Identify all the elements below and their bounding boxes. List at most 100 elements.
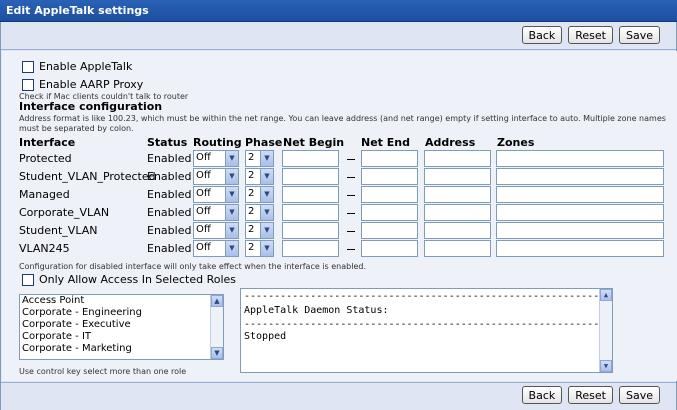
- only-allow-roles-checkbox[interactable]: [22, 274, 34, 286]
- reset-button[interactable]: Reset: [568, 386, 613, 404]
- net-begin-input[interactable]: [282, 204, 339, 221]
- status-separator: ----------------------------------------…: [244, 319, 600, 330]
- phase-select[interactable]: 2 ▼: [245, 222, 274, 239]
- address-input[interactable]: [424, 168, 491, 185]
- chevron-down-icon: ▼: [225, 241, 238, 256]
- range-dash: [347, 177, 355, 178]
- phase-value: 2: [248, 224, 255, 235]
- list-item[interactable]: Corporate - Executive: [20, 319, 223, 331]
- chevron-down-icon: ▼: [260, 151, 273, 166]
- routing-select[interactable]: Off ▼: [193, 150, 239, 167]
- col-address: Address: [425, 136, 476, 149]
- net-end-input[interactable]: [361, 240, 418, 257]
- bottom-separator: [1, 382, 676, 383]
- routing-select[interactable]: Off ▼: [193, 222, 239, 239]
- window-title: Edit AppleTalk settings: [0, 0, 677, 22]
- interface-status: Enabled: [147, 242, 192, 255]
- net-end-input[interactable]: [361, 168, 418, 185]
- net-begin-input[interactable]: [282, 240, 339, 257]
- chevron-down-icon: ▼: [260, 223, 273, 238]
- range-dash: [347, 213, 355, 214]
- only-allow-roles-label: Only Allow Access In Selected Roles: [39, 273, 237, 286]
- net-end-input[interactable]: [361, 186, 418, 203]
- phase-value: 2: [248, 188, 255, 199]
- chevron-down-icon: ▼: [260, 241, 273, 256]
- interface-status: Enabled: [147, 224, 192, 237]
- daemon-status-value: Stopped: [244, 331, 287, 342]
- zones-input[interactable]: [496, 222, 664, 239]
- arrow-down-icon[interactable]: ▼: [211, 347, 223, 359]
- routing-select[interactable]: Off ▼: [193, 168, 239, 185]
- routing-select[interactable]: Off ▼: [193, 204, 239, 221]
- save-button[interactable]: Save: [618, 26, 660, 44]
- zones-input[interactable]: [496, 150, 664, 167]
- roles-listbox[interactable]: Access Point Corporate - Engineering Cor…: [19, 294, 224, 360]
- status-scrollbar[interactable]: ▲ ▼: [599, 289, 612, 372]
- range-dash: [347, 195, 355, 196]
- address-input[interactable]: [424, 150, 491, 167]
- net-begin-input[interactable]: [282, 186, 339, 203]
- address-input[interactable]: [424, 186, 491, 203]
- zones-input[interactable]: [496, 240, 664, 257]
- phase-select[interactable]: 2 ▼: [245, 186, 274, 203]
- interface-name: Student_VLAN: [19, 224, 98, 237]
- daemon-status-box[interactable]: ----------------------------------------…: [240, 288, 613, 373]
- net-begin-input[interactable]: [282, 222, 339, 239]
- list-item[interactable]: Access Point: [20, 295, 223, 307]
- save-button[interactable]: Save: [618, 386, 660, 404]
- back-button[interactable]: Back: [521, 386, 563, 404]
- status-separator: ----------------------------------------…: [244, 291, 600, 302]
- top-separator: [1, 49, 676, 50]
- address-input[interactable]: [424, 240, 491, 257]
- phase-select[interactable]: 2 ▼: [245, 204, 274, 221]
- arrow-down-icon[interactable]: ▼: [600, 360, 612, 372]
- bottom-button-bar: Back Reset Save: [521, 386, 660, 404]
- address-input[interactable]: [424, 204, 491, 221]
- routing-value: Off: [196, 206, 211, 217]
- chevron-down-icon: ▼: [225, 205, 238, 220]
- list-item[interactable]: Corporate - IT: [20, 331, 223, 343]
- zones-input[interactable]: [496, 204, 664, 221]
- phase-select[interactable]: 2 ▼: [245, 240, 274, 257]
- net-begin-input[interactable]: [282, 150, 339, 167]
- col-status: Status: [147, 136, 188, 149]
- range-dash: [347, 159, 355, 160]
- list-item[interactable]: Corporate - Marketing: [20, 343, 223, 355]
- net-end-input[interactable]: [361, 150, 418, 167]
- range-dash: [347, 249, 355, 250]
- phase-value: 2: [248, 206, 255, 217]
- list-item[interactable]: Corporate - Engineering: [20, 307, 223, 319]
- settings-panel: Back Reset Save Enable AppleTalk Enable …: [0, 22, 677, 410]
- arrow-up-icon[interactable]: ▲: [211, 295, 223, 307]
- phase-select[interactable]: 2 ▼: [245, 150, 274, 167]
- net-end-input[interactable]: [361, 204, 418, 221]
- top-button-bar: Back Reset Save: [521, 26, 660, 44]
- zones-input[interactable]: [496, 186, 664, 203]
- enable-aarp-proxy-checkbox[interactable]: [22, 79, 34, 91]
- interface-name: Student_VLAN_Protected: [19, 170, 156, 183]
- col-routing: Routing: [193, 136, 242, 149]
- chevron-down-icon: ▼: [260, 187, 273, 202]
- chevron-down-icon: ▼: [260, 205, 273, 220]
- interface-status: Enabled: [147, 188, 192, 201]
- interface-name: Corporate_VLAN: [19, 206, 110, 219]
- enable-appletalk-label: Enable AppleTalk: [39, 60, 133, 73]
- enable-appletalk-checkbox[interactable]: [22, 61, 34, 73]
- routing-value: Off: [196, 152, 211, 163]
- phase-select[interactable]: 2 ▼: [245, 168, 274, 185]
- routing-select[interactable]: Off ▼: [193, 186, 239, 203]
- zones-input[interactable]: [496, 168, 664, 185]
- address-input[interactable]: [424, 222, 491, 239]
- interface-name: Managed: [19, 188, 70, 201]
- back-button[interactable]: Back: [521, 26, 563, 44]
- col-zones: Zones: [497, 136, 535, 149]
- interface-status: Enabled: [147, 206, 192, 219]
- net-end-input[interactable]: [361, 222, 418, 239]
- arrow-up-icon[interactable]: ▲: [600, 289, 612, 301]
- reset-button[interactable]: Reset: [568, 26, 613, 44]
- daemon-status-label: AppleTalk Daemon Status:: [244, 305, 389, 316]
- routing-select[interactable]: Off ▼: [193, 240, 239, 257]
- net-begin-input[interactable]: [282, 168, 339, 185]
- phase-value: 2: [248, 242, 255, 253]
- roles-scrollbar[interactable]: ▲ ▼: [210, 295, 223, 359]
